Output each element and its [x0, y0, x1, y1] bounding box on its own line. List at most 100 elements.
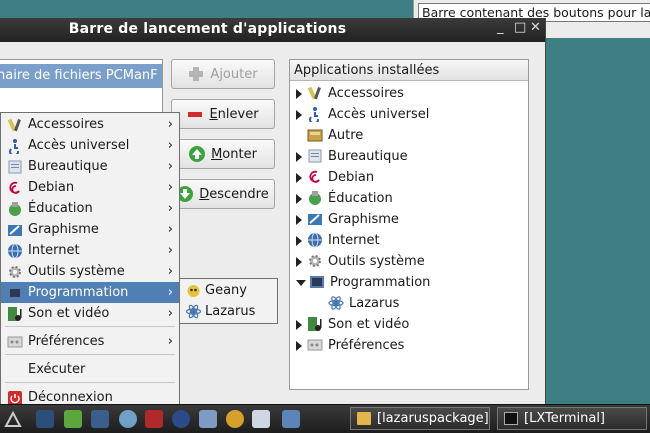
mc-icon[interactable]	[172, 410, 190, 428]
tree-item-son-et-vid-o[interactable]: Son et vidéo	[296, 314, 409, 335]
image-viewer-icon[interactable]	[145, 410, 163, 428]
plus-icon	[188, 66, 204, 82]
office-icon	[7, 159, 22, 174]
tree-item-graphisme[interactable]: Graphisme	[296, 209, 399, 230]
terminal-icon	[504, 412, 518, 425]
expand-arrow-icon[interactable]	[296, 172, 302, 183]
programming-icon	[7, 285, 22, 300]
expand-arrow-icon[interactable]	[296, 151, 302, 162]
tree-item-acc-s-universel[interactable]: Accès universel	[296, 104, 429, 125]
task-lxterminal[interactable]: [LXTerminal]	[497, 407, 647, 430]
multimedia-icon	[307, 316, 323, 332]
settings-gear-icon[interactable]	[199, 410, 217, 428]
add-button[interactable]: Ajouter	[171, 59, 275, 89]
graphics-icon	[307, 211, 323, 227]
globe-icon[interactable]	[119, 410, 137, 428]
expand-arrow-icon[interactable]	[296, 235, 302, 246]
minimize-icon[interactable]: _	[497, 20, 504, 35]
chevron-right-icon: ›	[167, 159, 173, 174]
menu-item-ex-cuter[interactable]: Exécuter	[1, 359, 179, 380]
menu-item-graphisme[interactable]: Graphisme ›	[1, 219, 179, 240]
expand-arrow-icon[interactable]	[296, 319, 302, 330]
workspace-switcher-icon[interactable]	[282, 410, 300, 428]
expand-arrow-icon[interactable]	[296, 88, 302, 99]
tree-item-programmation[interactable]: Programmation	[296, 272, 430, 293]
menu-item-son-et-vid-o[interactable]: Son et vidéo ›	[1, 303, 179, 324]
chevron-right-icon: ›	[167, 222, 173, 237]
menu-separator	[5, 326, 175, 327]
debian-icon	[307, 169, 323, 185]
tree-item-bureautique[interactable]: Bureautique	[296, 146, 408, 167]
expand-arrow-icon[interactable]	[296, 256, 302, 267]
internet-icon	[307, 232, 323, 248]
move-down-button[interactable]: Descendre	[171, 179, 275, 209]
tree-item-label: Préférences	[328, 338, 405, 353]
lazarus-icon	[328, 295, 344, 311]
education-icon	[7, 201, 22, 216]
menu-item-internet[interactable]: Internet ›	[1, 240, 179, 261]
menu-item-lazarus[interactable]: Lazarus	[180, 301, 277, 322]
installed-apps-tree[interactable]: Applications installées Accessoires Accès…	[289, 59, 529, 390]
logout-icon	[7, 390, 22, 405]
programming-icon	[309, 274, 325, 290]
tree-item-accessoires[interactable]: Accessoires	[296, 83, 404, 104]
menu-item-accessoires[interactable]: Accessoires ›	[1, 114, 179, 135]
menu-start-icon[interactable]	[4, 410, 22, 428]
tree-item-label: Graphisme	[328, 212, 399, 227]
tree-item-outils-syst-me[interactable]: Outils système	[296, 251, 425, 272]
desktop-icon[interactable]	[36, 410, 54, 428]
tree-item-debian[interactable]: Debian	[296, 167, 374, 188]
education-icon	[307, 190, 323, 206]
tree-item-label: Éducation	[328, 191, 393, 206]
expand-arrow-icon[interactable]	[296, 109, 302, 120]
chevron-right-icon: ›	[167, 334, 173, 349]
tree-item-label: Son et vidéo	[328, 317, 410, 332]
tree-item-lazarus[interactable]: Lazarus	[328, 293, 399, 314]
collapse-arrow-icon[interactable]	[296, 279, 306, 286]
accessibility-icon	[307, 106, 323, 125]
tree-item-internet[interactable]: Internet	[296, 230, 380, 251]
windows-icon[interactable]	[252, 410, 270, 428]
folder-icon	[357, 412, 371, 425]
tree-item--ducation[interactable]: Éducation	[296, 188, 393, 209]
title-bar[interactable]: Barre de lancement d'applications _ □ ✕	[0, 18, 545, 42]
menu-item-acc-s-universel[interactable]: Accès universel ›	[1, 135, 179, 157]
tree-item-label: Internet	[328, 233, 380, 248]
chevron-right-icon: ›	[167, 264, 173, 279]
tree-header: Applications installées	[290, 60, 528, 81]
menu-item-outils-syst-me[interactable]: Outils système ›	[1, 261, 179, 282]
menu-item-pr-f-rences[interactable]: Préférences ›	[1, 331, 179, 352]
task-lazaruspackage[interactable]: [lazaruspackage]	[350, 407, 490, 430]
geany-icon[interactable]	[226, 410, 244, 428]
expand-arrow-icon[interactable]	[296, 193, 302, 204]
close-icon[interactable]: ✕	[530, 20, 541, 35]
menu-item-debian[interactable]: Debian ›	[1, 177, 179, 198]
arrow-up-icon	[189, 146, 206, 162]
expand-arrow-icon[interactable]	[296, 214, 302, 225]
lazarus-icon	[185, 304, 202, 319]
tree-item-label: Bureautique	[328, 149, 408, 164]
tree-item-pr-f-rences[interactable]: Préférences	[296, 335, 404, 356]
list-item-selected[interactable]: naire de fichiers PCManF	[0, 64, 162, 88]
move-up-button[interactable]: Monter	[171, 139, 275, 169]
menu-item-bureautique[interactable]: Bureautique ›	[1, 156, 179, 177]
office-icon	[307, 148, 323, 164]
chevron-right-icon: ›	[167, 306, 173, 321]
expand-arrow-icon[interactable]	[296, 340, 302, 351]
menu-item-geany[interactable]: Geany	[180, 280, 277, 301]
menu-separator	[5, 382, 175, 383]
calculator-icon[interactable]	[91, 410, 109, 428]
run-icon	[7, 362, 22, 377]
chevron-right-icon: ›	[167, 285, 173, 300]
tree-item-autre[interactable]: Autre	[296, 125, 363, 146]
remove-button[interactable]: Enlever	[171, 99, 275, 129]
menu-item-programmation[interactable]: Programmation ›	[1, 282, 179, 303]
taskbar: [lazaruspackage] [LXTerminal]	[0, 404, 650, 433]
accessories-icon	[307, 85, 323, 101]
preferences-icon	[307, 337, 323, 353]
window-title: Barre de lancement d'applications	[68, 21, 347, 37]
menu-item--ducation[interactable]: Éducation ›	[1, 198, 179, 219]
other-icon	[307, 127, 323, 143]
maximize-icon[interactable]: □	[514, 20, 526, 35]
leaf-icon[interactable]	[64, 410, 82, 428]
